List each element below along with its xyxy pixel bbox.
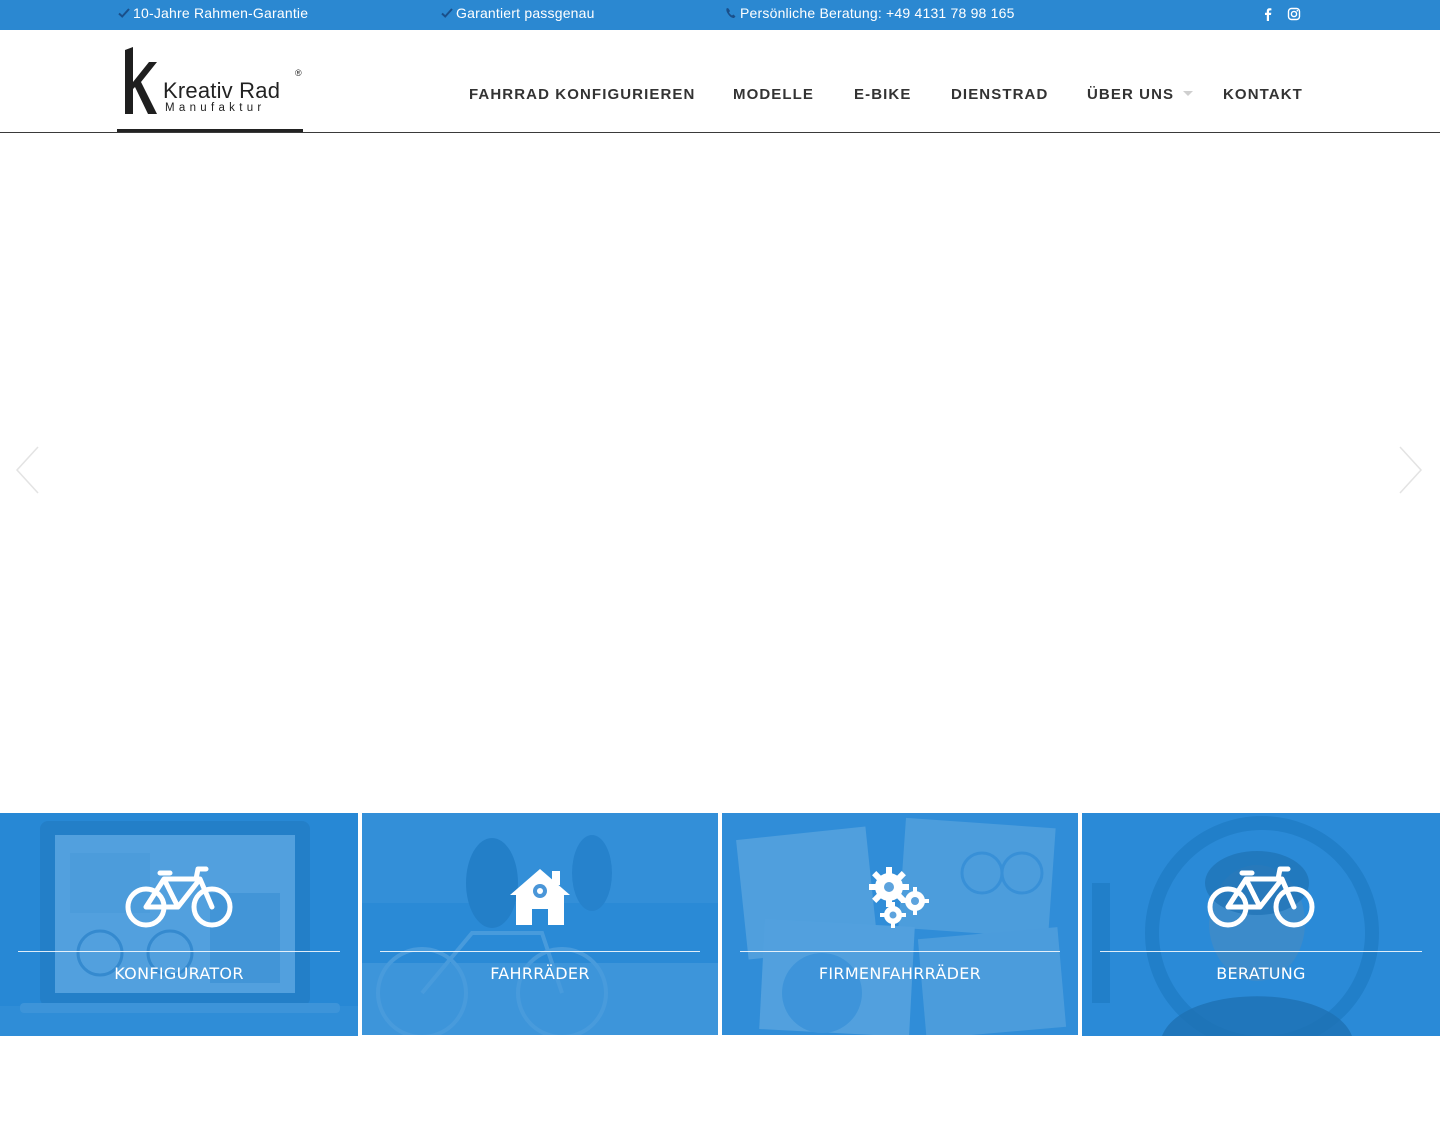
phone-icon: [724, 6, 738, 20]
nav-item-dienstrad[interactable]: DIENSTRAD: [951, 86, 1048, 103]
logo-k-mark-icon: [123, 46, 161, 121]
topbar-item-guarantee: 10-Jahre Rahmen-Garantie: [117, 5, 308, 21]
tile-firmenfahrraeder[interactable]: FIRMENFAHRRÄDER: [722, 813, 1078, 1035]
registered-mark: ®: [295, 68, 302, 78]
tile-label: BERATUNG: [1216, 964, 1306, 983]
tile-konfigurator[interactable]: KONFIGURATOR: [0, 813, 358, 1036]
nav-item-e-bike[interactable]: E-BIKE: [854, 86, 911, 103]
topbar-item-phone[interactable]: Persönliche Beratung: +49 4131 78 98 165: [724, 5, 1015, 21]
tile-fahrraeder[interactable]: FAHRRÄDER: [362, 813, 718, 1035]
hero-slider: [0, 133, 1440, 813]
topbar-item-label: Garantiert passgenau: [456, 5, 595, 21]
tile-divider: [18, 951, 340, 952]
tile-label: FAHRRÄDER: [490, 964, 590, 983]
facebook-icon[interactable]: [1261, 7, 1275, 21]
dropdown-caret-icon[interactable]: [1183, 91, 1193, 96]
social-links: [1261, 7, 1301, 21]
topbar-item-fit: Garantiert passgenau: [440, 5, 595, 21]
chevron-left-icon[interactable]: [14, 445, 40, 495]
nav-item-modelle[interactable]: MODELLE: [733, 86, 814, 103]
check-icon: [440, 6, 454, 20]
tile-label: FIRMENFAHRRÄDER: [818, 964, 982, 983]
top-info-bar: 10-Jahre Rahmen-Garantie Garantiert pass…: [0, 0, 1440, 30]
nav-item-kontakt[interactable]: KONTAKT: [1223, 86, 1303, 103]
tile-divider: [740, 951, 1060, 952]
nav-item-fahrrad-konfigurieren[interactable]: FAHRRAD KONFIGURIEREN: [469, 86, 695, 103]
tile-label: KONFIGURATOR: [114, 964, 244, 983]
bicycle-icon: [1206, 865, 1316, 934]
tile-divider: [380, 951, 700, 952]
gears-icon: [867, 865, 933, 936]
site-header: Kreativ Rad Manufaktur ® FAHRRAD KONFIGU…: [0, 30, 1440, 133]
topbar-item-label: Persönliche Beratung: +49 4131 78 98 165: [740, 5, 1015, 21]
nav-item-ueber-uns[interactable]: ÜBER UNS: [1087, 86, 1174, 103]
instagram-icon[interactable]: [1287, 7, 1301, 21]
check-icon: [117, 6, 131, 20]
house-gear-icon: [508, 865, 572, 934]
bicycle-icon: [124, 865, 234, 934]
topbar-item-label: 10-Jahre Rahmen-Garantie: [133, 5, 309, 21]
chevron-right-icon[interactable]: [1398, 445, 1424, 495]
tile-divider: [1100, 951, 1422, 952]
main-navigation: FAHRRAD KONFIGURIEREN MODELLE E-BIKE DIE…: [0, 86, 1440, 106]
logo[interactable]: Kreativ Rad Manufaktur ®: [117, 30, 303, 132]
tile-beratung[interactable]: BERATUNG: [1082, 813, 1440, 1036]
